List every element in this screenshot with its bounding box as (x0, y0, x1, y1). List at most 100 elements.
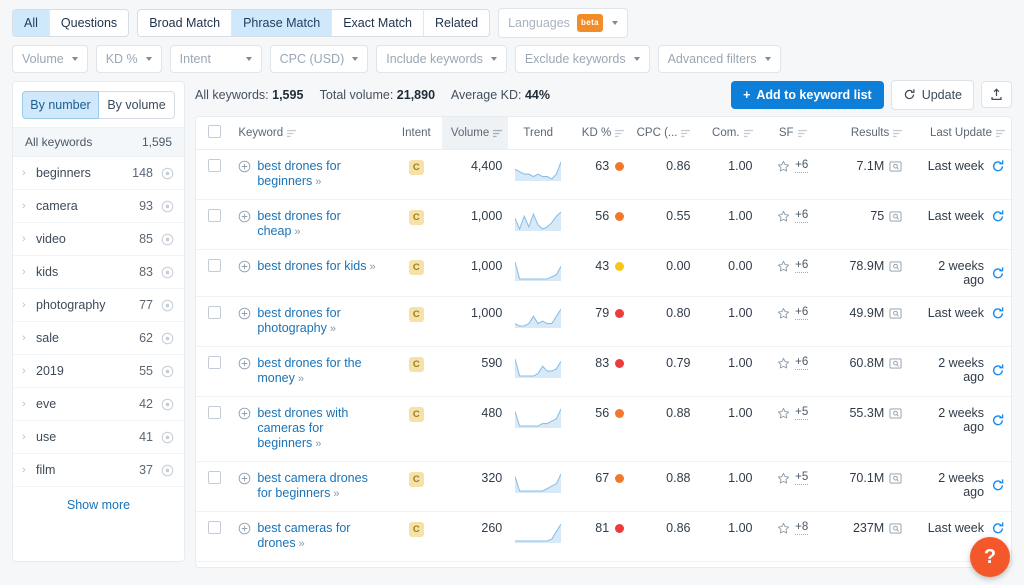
tab-exact-match[interactable]: Exact Match (332, 10, 424, 36)
row-checkbox[interactable] (207, 159, 221, 172)
keyword-link[interactable]: best camera drones for beginners» (257, 471, 384, 502)
column-header-keyword[interactable]: Keyword (232, 117, 391, 150)
select-all-checkbox[interactable] (207, 125, 221, 138)
row-refresh-icon[interactable] (991, 478, 1005, 492)
intent-badge[interactable]: C (408, 307, 424, 322)
keyword-link[interactable]: best drones for kids» (257, 259, 375, 275)
row-refresh-icon[interactable] (991, 413, 1005, 427)
toggle-by-volume[interactable]: By volume (99, 91, 175, 119)
tab-questions[interactable]: Questions (49, 10, 129, 36)
tab-related[interactable]: Related (423, 10, 490, 36)
keyword-link[interactable]: best drones for photography» (257, 306, 384, 337)
keyword-overview-arrows-icon[interactable]: » (330, 488, 339, 500)
serp-magnifier-icon[interactable] (889, 210, 902, 223)
intent-filter-dropdown[interactable]: Intent (169, 45, 262, 73)
include-keywords-dropdown[interactable]: Include keywords (376, 45, 507, 73)
eye-icon[interactable] (161, 464, 174, 477)
eye-icon[interactable] (161, 266, 174, 279)
export-button[interactable] (981, 81, 1012, 108)
eye-icon[interactable] (161, 299, 174, 312)
column-header-intent[interactable]: Intent (390, 117, 442, 150)
keyword-overview-arrows-icon[interactable]: » (366, 261, 375, 273)
keyword-link[interactable]: best drones for the money» (257, 356, 384, 387)
column-header-kd[interactable]: KD % (568, 117, 631, 150)
add-keyword-icon[interactable] (238, 472, 251, 485)
keyword-overview-arrows-icon[interactable]: » (312, 176, 321, 188)
row-refresh-icon[interactable] (991, 266, 1005, 280)
eye-icon[interactable] (161, 167, 174, 180)
sf-feature-count[interactable]: +6 (795, 209, 809, 223)
languages-dropdown[interactable]: Languages beta (498, 8, 628, 38)
row-refresh-icon[interactable] (991, 363, 1005, 377)
sf-feature-count[interactable]: +5 (795, 471, 809, 485)
keyword-overview-arrows-icon[interactable]: » (296, 538, 305, 550)
row-checkbox[interactable] (207, 521, 221, 534)
column-header-volume[interactable]: Volume (441, 117, 509, 150)
sf-feature-count[interactable]: +6 (795, 356, 809, 370)
serp-magnifier-icon[interactable] (889, 472, 902, 485)
sf-feature-count[interactable]: +6 (795, 306, 809, 320)
add-keyword-icon[interactable] (238, 357, 251, 370)
sidebar-item-kids[interactable]: › kids 83 (13, 256, 184, 289)
row-checkbox[interactable] (207, 209, 221, 222)
sidebar-all-keywords-row[interactable]: All keywords 1,595 (13, 127, 184, 157)
update-button[interactable]: Update (890, 79, 974, 110)
sidebar-item-use[interactable]: › use 41 (13, 421, 184, 454)
sidebar-item-eve[interactable]: › eve 42 (13, 388, 184, 421)
row-checkbox[interactable] (207, 306, 221, 319)
row-checkbox[interactable] (207, 406, 221, 419)
serp-magnifier-icon[interactable] (889, 160, 902, 173)
keyword-link[interactable]: best drones for cheap» (257, 209, 384, 240)
toggle-by-number[interactable]: By number (22, 91, 99, 119)
eye-icon[interactable] (161, 233, 174, 246)
eye-icon[interactable] (161, 365, 174, 378)
intent-badge[interactable]: C (408, 357, 424, 372)
add-keyword-icon[interactable] (238, 407, 251, 420)
sf-feature-count[interactable]: +5 (795, 406, 809, 420)
column-header-com[interactable]: Com. (696, 117, 759, 150)
column-header-last-update[interactable]: Last Update (908, 117, 1011, 150)
keyword-overview-arrows-icon[interactable]: » (291, 226, 300, 238)
serp-magnifier-icon[interactable] (889, 307, 902, 320)
row-refresh-icon[interactable] (991, 521, 1005, 535)
row-refresh-icon[interactable] (991, 159, 1005, 173)
sf-feature-count[interactable]: +6 (795, 159, 809, 173)
serp-magnifier-icon[interactable] (889, 522, 902, 535)
advanced-filters-dropdown[interactable]: Advanced filters (657, 45, 781, 73)
intent-badge[interactable]: C (408, 472, 424, 487)
sidebar-item-camera[interactable]: › camera 93 (13, 190, 184, 223)
sidebar-item-2019[interactable]: › 2019 55 (13, 355, 184, 388)
add-keyword-icon[interactable] (238, 307, 251, 320)
eye-icon[interactable] (161, 200, 174, 213)
add-keyword-icon[interactable] (238, 160, 251, 173)
serp-magnifier-icon[interactable] (889, 407, 902, 420)
keyword-overview-arrows-icon[interactable]: » (327, 323, 336, 335)
sidebar-item-beginners[interactable]: › beginners 148 (13, 157, 184, 190)
column-header-trend[interactable]: Trend (508, 117, 569, 150)
sidebar-item-video[interactable]: › video 85 (13, 223, 184, 256)
serp-magnifier-icon[interactable] (889, 260, 902, 273)
sidebar-item-sale[interactable]: › sale 62 (13, 322, 184, 355)
serp-magnifier-icon[interactable] (889, 357, 902, 370)
exclude-keywords-dropdown[interactable]: Exclude keywords (514, 45, 650, 73)
intent-badge[interactable]: C (408, 260, 424, 275)
add-keyword-icon[interactable] (238, 210, 251, 223)
show-more-button[interactable]: Show more (13, 487, 184, 523)
cpc-filter-dropdown[interactable]: CPC (USD) (269, 45, 369, 73)
keyword-overview-arrows-icon[interactable]: » (312, 438, 321, 450)
column-header-results[interactable]: Results (826, 117, 909, 150)
row-refresh-icon[interactable] (991, 306, 1005, 320)
row-checkbox[interactable] (207, 471, 221, 484)
intent-badge[interactable]: C (408, 210, 424, 225)
keyword-link[interactable]: best drones for beginners» (257, 159, 384, 190)
add-keyword-icon[interactable] (238, 260, 251, 273)
keyword-overview-arrows-icon[interactable]: » (295, 373, 304, 385)
help-button[interactable]: ? (970, 537, 1010, 577)
row-refresh-icon[interactable] (991, 209, 1005, 223)
eye-icon[interactable] (161, 332, 174, 345)
column-header-sf[interactable]: SF (758, 117, 827, 150)
add-to-keyword-list-button[interactable]: + Add to keyword list (731, 80, 884, 109)
tab-all[interactable]: All (13, 10, 50, 36)
sidebar-item-photography[interactable]: › photography 77 (13, 289, 184, 322)
tab-phrase-match[interactable]: Phrase Match (232, 10, 333, 36)
